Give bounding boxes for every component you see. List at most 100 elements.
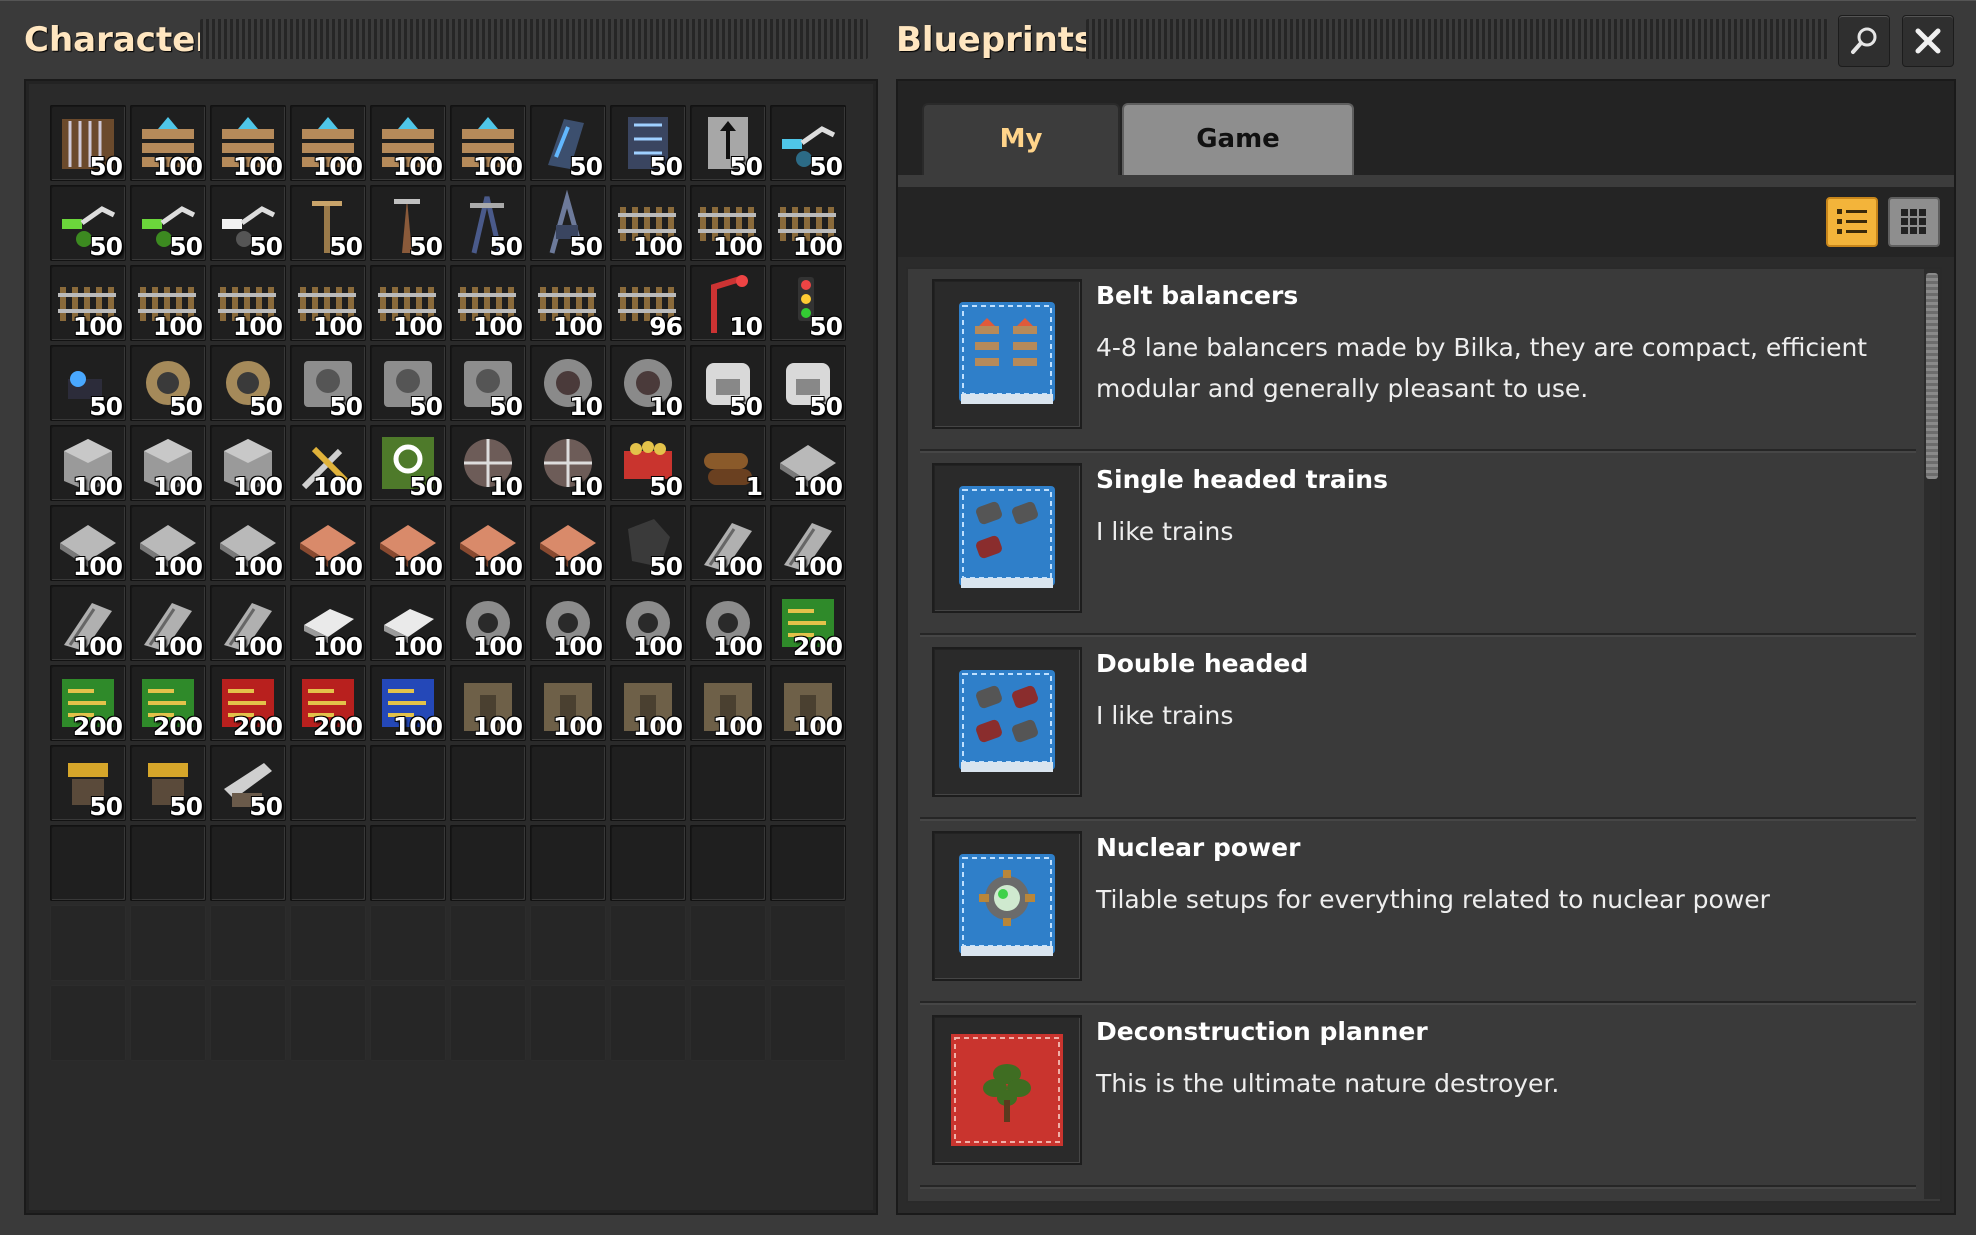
close-button[interactable]: [1902, 15, 1954, 67]
inventory-slot[interactable]: 100: [50, 505, 126, 581]
inventory-slot[interactable]: 200: [210, 665, 286, 741]
inventory-slot[interactable]: 50: [450, 185, 526, 261]
inventory-slot[interactable]: 50: [210, 745, 286, 821]
inventory-slot[interactable]: 50: [130, 745, 206, 821]
inventory-slot[interactable]: 100: [530, 585, 606, 661]
inventory-slot[interactable]: 100: [130, 265, 206, 341]
inventory-slot[interactable]: 50: [210, 185, 286, 261]
inventory-slot[interactable]: 100: [370, 665, 446, 741]
inventory-slot[interactable]: 50: [530, 105, 606, 181]
blueprint-item[interactable]: Single headed trains I like trains: [920, 451, 1916, 635]
inventory-slot[interactable]: 100: [210, 265, 286, 341]
inventory-slot[interactable]: [770, 745, 846, 821]
inventory-slot[interactable]: 50: [290, 345, 366, 421]
inventory-slot[interactable]: 100: [690, 585, 766, 661]
inventory-slot[interactable]: 100: [450, 265, 526, 341]
inventory-slot[interactable]: [770, 825, 846, 901]
inventory-slot[interactable]: [210, 825, 286, 901]
inventory-slot[interactable]: 10: [610, 345, 686, 421]
inventory-slot[interactable]: 100: [770, 185, 846, 261]
inventory-slot[interactable]: 100: [290, 105, 366, 181]
inventory-slot[interactable]: 100: [770, 665, 846, 741]
inventory-slot[interactable]: [370, 825, 446, 901]
inventory-slot[interactable]: 50: [610, 425, 686, 501]
inventory-slot[interactable]: 96: [610, 265, 686, 341]
blueprint-item[interactable]: Nuclear power Tilable setups for everyth…: [920, 819, 1916, 1003]
inventory-slot[interactable]: [130, 825, 206, 901]
inventory-slot[interactable]: 1: [690, 425, 766, 501]
inventory-slot[interactable]: 100: [770, 505, 846, 581]
inventory-slot[interactable]: 100: [610, 665, 686, 741]
inventory-slot[interactable]: [450, 825, 526, 901]
inventory-slot[interactable]: 100: [690, 505, 766, 581]
grid-view-button[interactable]: [1888, 197, 1940, 247]
inventory-slot[interactable]: 100: [370, 105, 446, 181]
inventory-slot[interactable]: 200: [50, 665, 126, 741]
inventory-slot[interactable]: [370, 745, 446, 821]
inventory-slot[interactable]: 100: [770, 425, 846, 501]
inventory-slot[interactable]: 100: [50, 425, 126, 501]
inventory-slot[interactable]: [290, 825, 366, 901]
inventory-slot[interactable]: 100: [610, 185, 686, 261]
blueprint-item[interactable]: Belt balancers 4-8 lane balancers made b…: [920, 267, 1916, 451]
inventory-slot[interactable]: 50: [50, 105, 126, 181]
inventory-slot[interactable]: 50: [530, 185, 606, 261]
inventory-slot[interactable]: 10: [530, 425, 606, 501]
inventory-slot[interactable]: 50: [690, 345, 766, 421]
inventory-slot[interactable]: 50: [210, 345, 286, 421]
inventory-slot[interactable]: [530, 745, 606, 821]
inventory-slot[interactable]: 50: [130, 185, 206, 261]
inventory-slot[interactable]: [50, 825, 126, 901]
inventory-slot[interactable]: 50: [770, 345, 846, 421]
blueprint-item[interactable]: Deconstruction planner This is the ultim…: [920, 1003, 1916, 1187]
inventory-slot[interactable]: 50: [50, 745, 126, 821]
inventory-slot[interactable]: 50: [690, 105, 766, 181]
inventory-slot[interactable]: 100: [210, 585, 286, 661]
inventory-slot[interactable]: 50: [610, 505, 686, 581]
inventory-slot[interactable]: 100: [530, 665, 606, 741]
inventory-slot[interactable]: 50: [370, 345, 446, 421]
inventory-slot[interactable]: 100: [130, 425, 206, 501]
inventory-slot[interactable]: 10: [690, 265, 766, 341]
inventory-slot[interactable]: 200: [290, 665, 366, 741]
inventory-slot[interactable]: 100: [290, 585, 366, 661]
inventory-slot[interactable]: 50: [50, 185, 126, 261]
inventory-slot[interactable]: 100: [370, 585, 446, 661]
inventory-slot[interactable]: 100: [290, 425, 366, 501]
inventory-slot[interactable]: 100: [450, 665, 526, 741]
inventory-slot[interactable]: 200: [130, 665, 206, 741]
inventory-slot[interactable]: [450, 745, 526, 821]
inventory-slot[interactable]: 100: [450, 105, 526, 181]
tab-my-blueprints[interactable]: My blueprints: [922, 103, 1120, 222]
inventory-slot[interactable]: 100: [530, 505, 606, 581]
inventory-slot[interactable]: 50: [770, 105, 846, 181]
inventory-slot[interactable]: 100: [290, 265, 366, 341]
inventory-slot[interactable]: 100: [290, 505, 366, 581]
tab-game-blueprints[interactable]: Game blueprints: [1122, 103, 1354, 222]
inventory-slot[interactable]: 100: [210, 105, 286, 181]
inventory-slot[interactable]: 100: [130, 505, 206, 581]
inventory-slot[interactable]: 100: [130, 585, 206, 661]
inventory-slot[interactable]: 50: [290, 185, 366, 261]
character-drag-handle[interactable]: [200, 19, 868, 59]
inventory-slot[interactable]: 10: [450, 425, 526, 501]
scrollbar-thumb[interactable]: [1926, 273, 1938, 479]
inventory-slot[interactable]: 100: [450, 585, 526, 661]
inventory-slot[interactable]: [610, 825, 686, 901]
search-button[interactable]: [1838, 15, 1890, 67]
inventory-slot[interactable]: 100: [210, 505, 286, 581]
inventory-slot[interactable]: [690, 825, 766, 901]
inventory-slot[interactable]: 100: [50, 585, 126, 661]
list-view-button[interactable]: [1826, 197, 1878, 247]
inventory-slot[interactable]: [690, 745, 766, 821]
inventory-slot[interactable]: 50: [50, 345, 126, 421]
inventory-slot[interactable]: 100: [610, 585, 686, 661]
inventory-slot[interactable]: 100: [210, 425, 286, 501]
blueprint-item[interactable]: Double headed I like trains: [920, 635, 1916, 819]
inventory-slot[interactable]: 100: [370, 505, 446, 581]
inventory-slot[interactable]: 50: [450, 345, 526, 421]
inventory-slot[interactable]: 100: [690, 185, 766, 261]
inventory-slot[interactable]: 100: [690, 665, 766, 741]
inventory-slot[interactable]: 100: [130, 105, 206, 181]
blueprint-list-scrollbar[interactable]: [1924, 269, 1940, 1199]
